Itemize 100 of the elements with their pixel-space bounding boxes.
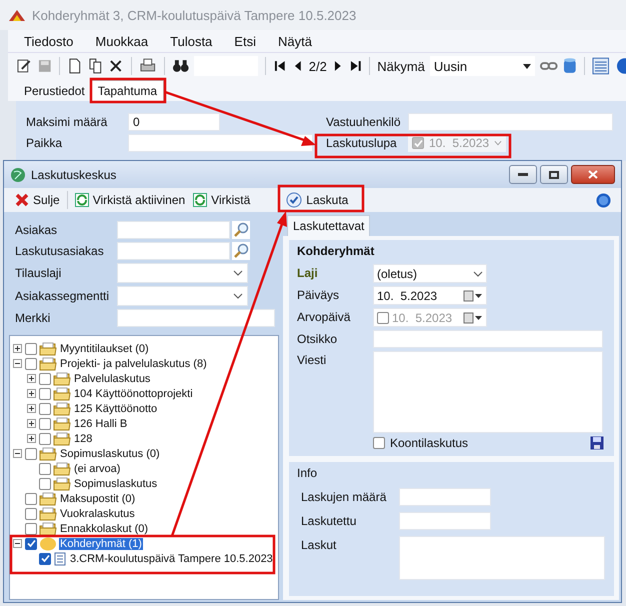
tree-item[interactable]: Palvelulaskutus <box>73 372 152 384</box>
save-icon[interactable] <box>590 436 604 450</box>
checkbox[interactable] <box>25 342 37 354</box>
search-button[interactable] <box>232 221 250 239</box>
expander-icon[interactable] <box>13 359 23 368</box>
expander-icon[interactable] <box>27 404 37 413</box>
checkbox[interactable] <box>39 552 51 564</box>
field-label: Paikka <box>26 136 64 150</box>
tree-item[interactable]: Projekti- ja palvelulaskutus (8) <box>59 358 208 370</box>
checkbox[interactable] <box>25 508 37 520</box>
field-label: Maksimi määrä <box>26 115 108 129</box>
checkbox[interactable] <box>39 388 51 400</box>
folder-icon <box>53 476 71 490</box>
checkmark-icon <box>286 192 302 208</box>
chevron-icon <box>473 270 483 276</box>
input-field[interactable] <box>117 221 230 239</box>
expander-icon[interactable] <box>13 539 23 548</box>
checkbox[interactable] <box>39 418 51 430</box>
input-field[interactable] <box>117 309 275 327</box>
input-field[interactable] <box>373 330 603 348</box>
checkbox[interactable] <box>39 402 51 414</box>
input-field[interactable] <box>408 113 613 131</box>
tree-item[interactable]: 128 <box>73 432 94 444</box>
input-field[interactable] <box>399 488 491 506</box>
toolbar-button[interactable]: Sulje <box>12 191 63 209</box>
tree-item[interactable]: 104 Käyttöönottoprojekti <box>73 388 194 400</box>
binoculars-icon[interactable] <box>172 58 190 74</box>
toolbar-button[interactable]: Laskuta <box>283 190 352 210</box>
checkbox[interactable] <box>39 372 51 384</box>
input-field[interactable] <box>399 512 491 530</box>
field-label: Arvopäivä <box>297 309 352 324</box>
tree-item[interactable]: Vuokralaskutus <box>59 508 136 520</box>
calendar-icon[interactable] <box>463 290 483 302</box>
copy-icon[interactable] <box>88 58 104 74</box>
date-field[interactable]: 10. 5.2023 <box>373 286 487 305</box>
checkbox[interactable] <box>39 462 51 474</box>
expander-icon[interactable] <box>13 449 23 458</box>
tab[interactable]: Tapahtuma <box>90 80 164 101</box>
menu-item[interactable]: Tulosta <box>170 34 212 48</box>
input-field[interactable] <box>128 134 313 152</box>
checkbox[interactable] <box>25 492 37 504</box>
restore-button[interactable] <box>540 165 568 184</box>
previous-record-icon[interactable] <box>292 58 304 74</box>
checkbox[interactable] <box>25 522 37 534</box>
delete-icon[interactable] <box>108 58 124 74</box>
tree-item[interactable]: Sopimuslaskutus (0) <box>59 448 161 460</box>
tree-item[interactable]: 126 Halli B <box>73 418 128 430</box>
link-icon[interactable] <box>540 61 558 71</box>
field-label: Vastuuhenkilö <box>326 115 402 129</box>
checkbox[interactable] <box>25 538 37 550</box>
tree-item[interactable]: Sopimuslaskutus <box>73 478 158 490</box>
minimize-button[interactable] <box>509 165 537 184</box>
expander-icon[interactable] <box>27 374 37 383</box>
input-field[interactable] <box>117 242 230 260</box>
tree-item[interactable]: 3.CRM-koulutuspäivä Tampere 10.5.2023 <box>69 552 274 564</box>
new-document-icon[interactable] <box>67 58 83 74</box>
checkbox[interactable] <box>25 358 37 370</box>
tree-item[interactable]: Maksupostit (0) <box>59 492 136 504</box>
chevron-icon <box>494 140 502 146</box>
checkbox[interactable] <box>39 432 51 444</box>
tab[interactable]: Perustiedot <box>18 81 91 101</box>
checkbox[interactable] <box>25 448 37 460</box>
tree-item[interactable]: Ennakkolaskut (0) <box>59 522 150 534</box>
expander-icon[interactable] <box>13 344 23 353</box>
field-label: Laskut <box>301 537 338 554</box>
tree-item[interactable]: (ei arvoa) <box>73 462 122 474</box>
help-icon[interactable] <box>596 192 611 208</box>
dropdown[interactable]: (oletus) <box>373 264 487 283</box>
field-label: Laji <box>297 265 319 280</box>
menu-item[interactable]: Muokkaa <box>95 34 148 48</box>
toolbar-button[interactable]: Virkistä aktiivinen <box>72 191 188 209</box>
expander-icon[interactable] <box>27 434 37 443</box>
print-icon[interactable] <box>138 58 157 74</box>
edit-icon[interactable] <box>16 58 32 74</box>
expander-icon[interactable] <box>27 419 37 428</box>
checkbox[interactable] <box>373 437 385 449</box>
database-icon[interactable] <box>563 57 577 75</box>
menu-item[interactable]: Näytä <box>278 34 312 48</box>
record-counter: 2/2 <box>308 58 327 74</box>
tree-item[interactable]: 125 Käyttöönotto <box>73 402 158 414</box>
input-field[interactable]: 0 <box>128 113 220 131</box>
first-record-icon[interactable] <box>273 58 288 74</box>
folder-icon <box>53 372 71 386</box>
help-icon[interactable] <box>616 57 626 75</box>
list-icon[interactable] <box>592 57 610 75</box>
field-label: Laskutettu <box>301 513 358 530</box>
tab[interactable]: Laskutettavat <box>287 215 370 236</box>
menu-item[interactable]: Tiedosto <box>24 34 74 48</box>
last-record-icon[interactable] <box>348 58 362 74</box>
expander-icon[interactable] <box>27 389 37 398</box>
menu-item[interactable]: Etsi <box>234 34 256 48</box>
tree-item[interactable]: Kohderyhmät (1) <box>59 538 143 550</box>
folder-icon <box>39 446 57 460</box>
close-button[interactable] <box>571 165 615 184</box>
search-icon <box>233 243 249 259</box>
search-button[interactable] <box>232 242 250 260</box>
checkbox[interactable] <box>39 478 51 490</box>
view-dropdown[interactable]: Uusin <box>430 56 536 76</box>
toolbar-button[interactable]: Virkistä <box>190 191 254 209</box>
tree-item[interactable]: Myyntitilaukset (0) <box>59 342 150 354</box>
